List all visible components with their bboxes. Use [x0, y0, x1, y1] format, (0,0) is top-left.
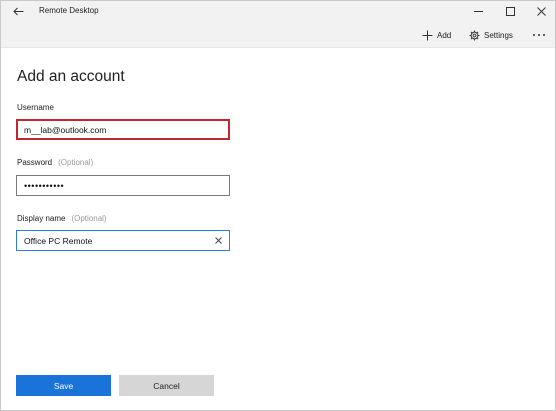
settings-label: Settings	[484, 30, 513, 40]
password-input[interactable]: •••••••••••	[16, 175, 230, 196]
close-icon	[536, 6, 546, 16]
close-window-button[interactable]	[526, 1, 556, 21]
gear-icon	[469, 30, 480, 40]
more-options-button[interactable]	[532, 27, 546, 43]
clear-display-name-button[interactable]	[210, 233, 226, 249]
add-label: Add	[437, 30, 452, 40]
clear-icon	[214, 237, 222, 244]
display-name-label-text: Display name	[17, 214, 66, 223]
settings-button[interactable]: Settings	[469, 27, 513, 43]
back-arrow-icon	[12, 7, 23, 15]
password-optional-hint: (Optional)	[58, 158, 94, 167]
display-name-label: Display name (Optional)	[17, 214, 107, 223]
page-title: Add an account	[17, 68, 125, 85]
display-name-optional-hint: (Optional)	[71, 214, 107, 223]
add-button[interactable]: Add	[422, 27, 451, 43]
password-value: •••••••••••	[24, 180, 65, 191]
title-bar: Remote Desktop	[1, 1, 555, 21]
plus-icon	[422, 30, 433, 40]
maximize-icon	[505, 6, 515, 16]
display-name-input[interactable]: Office PC Remote	[16, 230, 230, 251]
back-button[interactable]	[7, 2, 29, 20]
minimize-button[interactable]	[463, 1, 493, 21]
username-label-text: Username	[17, 103, 54, 112]
maximize-button[interactable]	[495, 1, 525, 21]
display-name-value: Office PC Remote	[24, 235, 93, 246]
username-label: Username	[17, 103, 54, 112]
username-value: m__lab@outlook.com	[24, 124, 107, 135]
command-bar: Add Settings	[1, 21, 555, 48]
password-label: Password (Optional)	[17, 158, 93, 167]
more-icon	[533, 34, 545, 36]
cancel-button[interactable]: Cancel	[119, 375, 214, 396]
password-label-text: Password	[17, 158, 53, 167]
add-account-panel: Add an account Username m__lab@outlook.c…	[1, 48, 555, 410]
minimize-icon	[473, 10, 483, 12]
username-input[interactable]: m__lab@outlook.com	[16, 119, 230, 140]
save-button[interactable]: Save	[16, 375, 111, 396]
app-window: Remote Desktop Add Settings Add an accou…	[0, 0, 556, 411]
app-title: Remote Desktop	[39, 6, 99, 15]
